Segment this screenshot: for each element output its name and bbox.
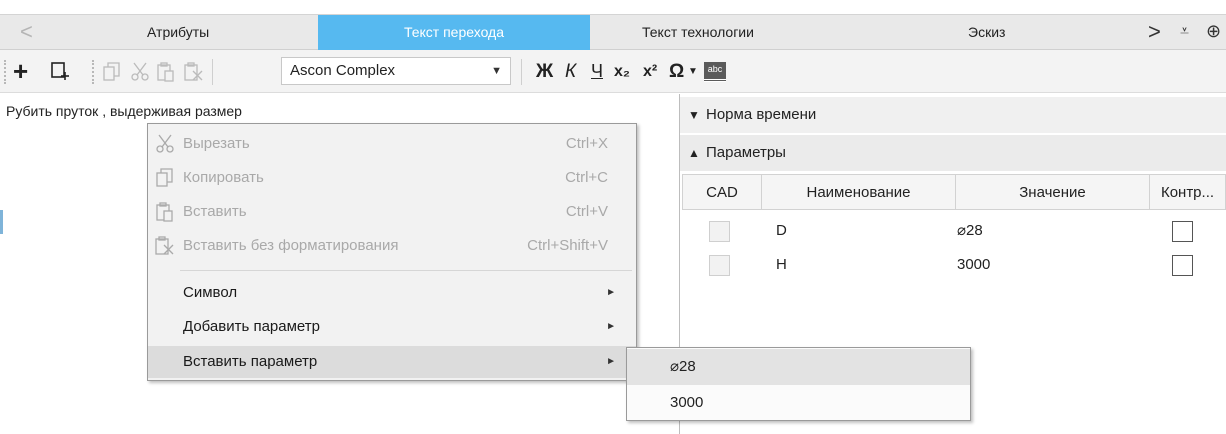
menu-item-copy[interactable]: Копировать Ctrl+C — [148, 162, 636, 194]
copy-icon[interactable] — [103, 62, 121, 85]
section-parameters-label: Параметры — [706, 144, 786, 161]
tab-sketch[interactable]: Эскиз — [968, 15, 1005, 50]
paste-icon[interactable] — [157, 62, 175, 85]
chevron-up-icon: ▲ — [688, 146, 700, 160]
menu-item-shortcut: Ctrl+V — [565, 203, 608, 220]
cut-icon[interactable] — [131, 62, 149, 85]
column-header-control[interactable]: Контр... — [1150, 174, 1226, 210]
cut-icon — [154, 128, 176, 165]
menu-item-shortcut: Ctrl+X — [565, 135, 608, 152]
cad-checkbox — [709, 221, 730, 242]
section-time-norm-label: Норма времени — [706, 106, 817, 123]
menu-item-label: Вставить параметр — [183, 353, 318, 370]
editor-text: Рубить пруток , выдерживая размер — [6, 103, 242, 119]
param-name-cell[interactable]: H — [776, 248, 787, 282]
menu-item-shortcut: Ctrl+Shift+V — [527, 237, 608, 254]
resize-handle[interactable] — [0, 210, 3, 234]
paste-icon — [154, 196, 176, 233]
submenu-arrow-icon: ► — [606, 356, 616, 367]
submenu-item-d[interactable]: ⌀28 — [627, 349, 970, 385]
insert-row-icon[interactable] — [50, 61, 70, 84]
menu-item-label: Символ — [183, 284, 238, 301]
italic-button[interactable]: К — [565, 50, 576, 93]
toolbar-grip-icon[interactable] — [92, 60, 95, 84]
menu-item-symbol[interactable]: Символ ► — [148, 277, 636, 309]
section-parameters[interactable]: ▲ Параметры — [680, 135, 1226, 171]
tab-attributes[interactable]: Атрибуты — [147, 15, 209, 50]
view-options-icon[interactable]: ⊕ — [1206, 15, 1221, 50]
text-toolbar: + Ascon Complex ▼ Ж К Ч x₂ x² Ω ▼ abc — [0, 50, 1226, 93]
menu-item-cut[interactable]: Вырезать Ctrl+X — [148, 128, 636, 160]
bold-button[interactable]: Ж — [536, 50, 553, 93]
add-icon[interactable]: + — [13, 50, 28, 93]
subscript-button[interactable]: x₂ — [614, 50, 630, 93]
paste-plain-icon[interactable] — [184, 62, 204, 85]
menu-separator — [180, 270, 632, 271]
submenu-arrow-icon: ► — [606, 287, 616, 298]
context-menu: Вырезать Ctrl+X Копировать Ctrl+C Встави… — [147, 123, 637, 381]
font-select[interactable]: Ascon Complex ▼ — [281, 57, 511, 85]
omega-symbol-button[interactable]: Ω — [669, 50, 684, 93]
tab-list-dropdown-icon[interactable]: ⩡ — [1180, 15, 1189, 50]
menu-item-label: Вставить без форматирования — [183, 237, 399, 254]
menu-item-paste[interactable]: Вставить Ctrl+V — [148, 196, 636, 228]
menu-item-label: Добавить параметр — [183, 318, 320, 335]
chevron-down-icon: ▼ — [491, 65, 502, 77]
menu-item-insert-parameter[interactable]: Вставить параметр ► — [148, 346, 636, 378]
toolbar-grip-icon[interactable] — [4, 60, 7, 84]
menu-item-add-parameter[interactable]: Добавить параметр ► — [148, 311, 636, 343]
param-value-cell[interactable]: 3000 — [957, 248, 990, 282]
insert-parameter-submenu: ⌀28 3000 — [626, 347, 971, 421]
column-header-value[interactable]: Значение — [956, 174, 1150, 210]
submenu-item-h[interactable]: 3000 — [627, 385, 970, 421]
menu-item-paste-unformatted[interactable]: Вставить без форматирования Ctrl+Shift+V — [148, 230, 636, 262]
tab-technology-text[interactable]: Текст технологии — [642, 15, 754, 50]
tab-bar: < Атрибуты Текст перехода Текст технолог… — [0, 14, 1226, 50]
control-checkbox[interactable] — [1172, 221, 1193, 242]
paste-plain-icon — [154, 230, 176, 267]
control-checkbox[interactable] — [1172, 255, 1193, 276]
column-header-cad[interactable]: CAD — [682, 174, 762, 210]
tab-scroll-right-button[interactable]: > — [1148, 15, 1161, 50]
tab-transition-text[interactable]: Текст перехода — [318, 15, 590, 50]
section-time-norm[interactable]: ▼ Норма времени — [680, 97, 1226, 133]
column-header-name[interactable]: Наименование — [762, 174, 956, 210]
menu-item-label: Вырезать — [183, 135, 250, 152]
menu-item-shortcut: Ctrl+C — [565, 169, 608, 186]
underline-button[interactable]: Ч — [591, 50, 603, 93]
spellcheck-icon[interactable]: abc — [704, 62, 726, 82]
submenu-arrow-icon: ► — [606, 321, 616, 332]
cad-checkbox — [709, 255, 730, 276]
superscript-button[interactable]: x² — [643, 50, 657, 93]
param-value-cell[interactable]: ⌀28 — [957, 214, 983, 248]
tab-scroll-left-button[interactable]: < — [20, 15, 33, 50]
toolbar-separator — [521, 59, 522, 85]
menu-item-label: Вставить — [183, 203, 247, 220]
chevron-down-icon[interactable]: ▼ — [688, 50, 698, 93]
toolbar-separator — [212, 59, 213, 85]
chevron-down-icon: ▼ — [688, 108, 700, 122]
font-select-value: Ascon Complex — [290, 62, 396, 79]
param-name-cell[interactable]: D — [776, 214, 787, 248]
copy-icon — [154, 162, 176, 199]
menu-item-label: Копировать — [183, 169, 264, 186]
